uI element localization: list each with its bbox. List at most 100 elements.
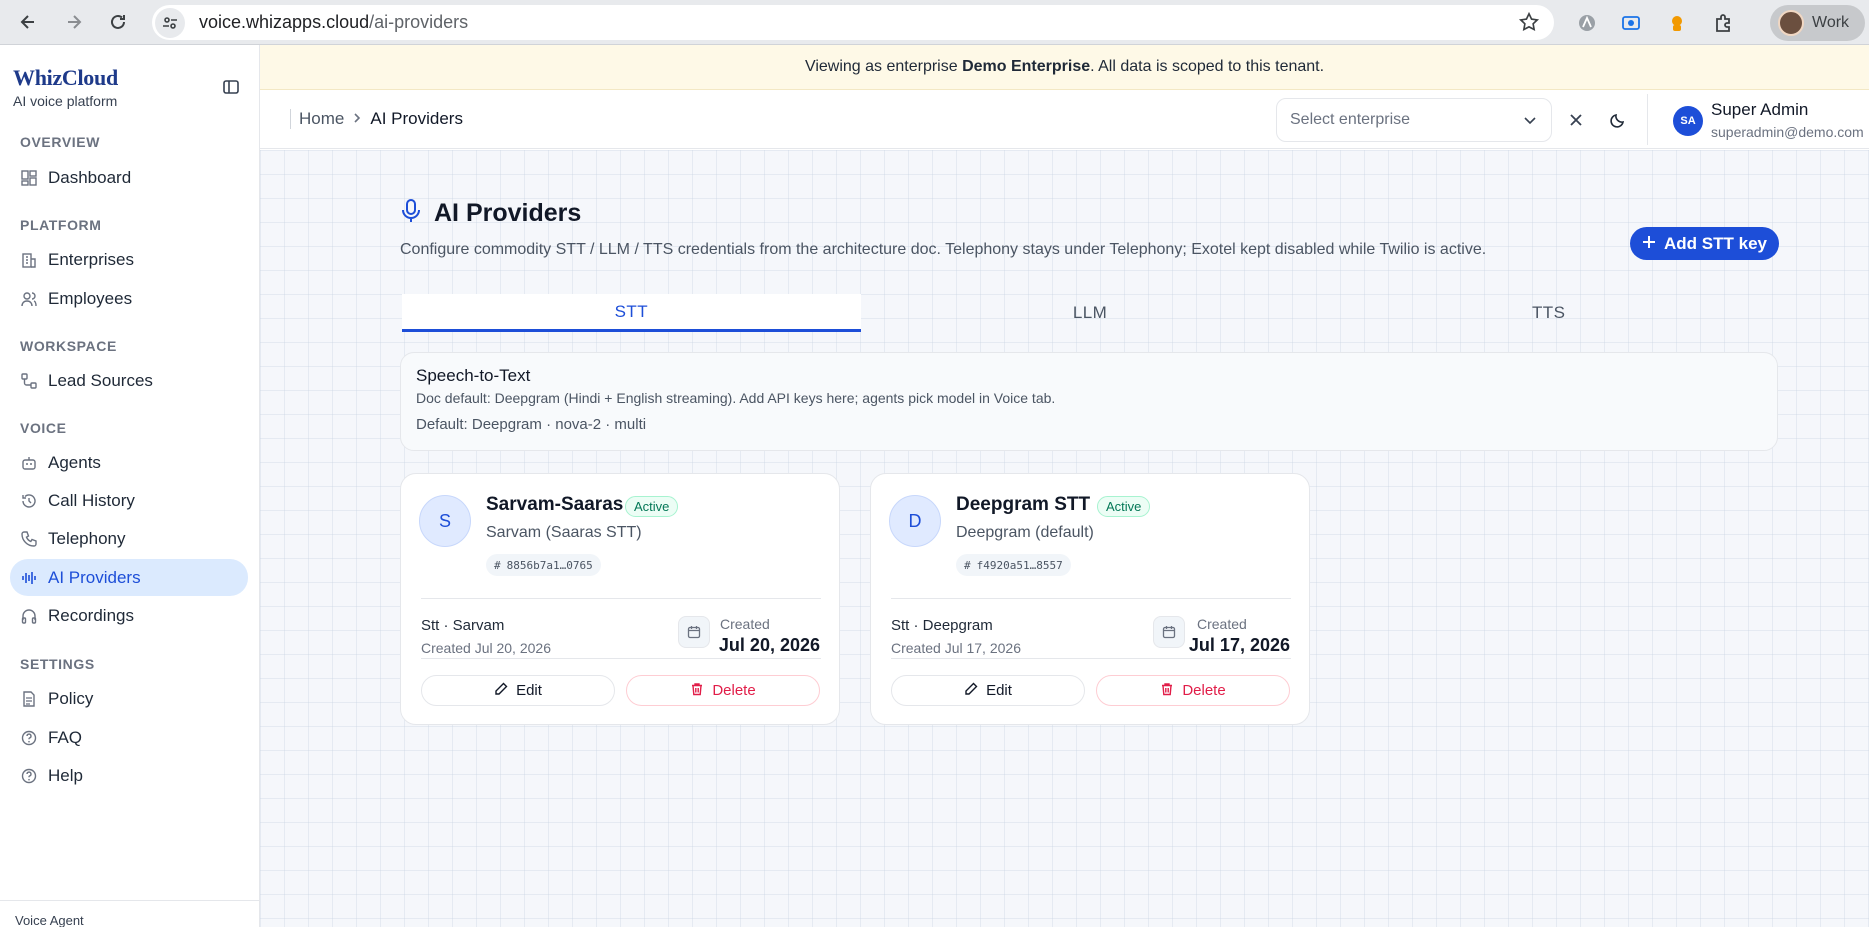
sidebar-item-telephony[interactable]: Telephony: [10, 520, 248, 557]
audio-lines-icon: [20, 569, 38, 587]
card-divider: [891, 598, 1291, 599]
add-button-label: Add STT key: [1664, 233, 1767, 253]
phone-icon: [20, 530, 38, 548]
sidebar-toggle-icon[interactable]: [222, 78, 242, 98]
brand-logo[interactable]: WhizCloud: [13, 65, 118, 91]
profile-avatar-icon: [1778, 10, 1804, 36]
brand: WhizCloud AI voice platform: [13, 65, 118, 109]
breadcrumb-home[interactable]: Home: [299, 109, 344, 129]
created-date: Jul 17, 2026: [1188, 635, 1290, 655]
edit-button[interactable]: Edit: [421, 675, 615, 706]
sidebar-item-call-history[interactable]: Call History: [10, 482, 248, 519]
workflow-icon: [20, 372, 38, 390]
sidebar-item-label: Policy: [48, 688, 94, 708]
pencil-icon: [494, 682, 508, 700]
tab-stt[interactable]: STT: [402, 294, 861, 332]
page-title: AI Providers: [400, 198, 581, 229]
extensions-puzzle-icon[interactable]: [1710, 10, 1736, 36]
info-default: Default: Deepgram · nova-2 · multi: [416, 416, 647, 433]
sidebar-item-label: FAQ: [48, 727, 83, 747]
reload-icon[interactable]: [100, 4, 136, 40]
sidebar-item-label: Lead Sources: [48, 370, 153, 390]
clear-enterprise-close-icon[interactable]: [1566, 110, 1586, 130]
bookmark-star-icon[interactable]: [1518, 11, 1540, 38]
dashboard-icon: [20, 169, 38, 187]
info-title: Speech-to-Text: [416, 366, 531, 385]
banner-prefix: Viewing as enterprise: [804, 58, 963, 75]
browser-toolbar: voice.whizapps.cloud/ai-providers Work: [0, 0, 1869, 45]
breadcrumb: Home AI Providers: [290, 109, 463, 129]
plus-icon: [1642, 234, 1656, 254]
provider-tabs: STT LLM TTS: [402, 294, 1778, 332]
sidebar-item-employees[interactable]: Employees: [10, 280, 248, 317]
user-name: Super Admin: [1711, 100, 1809, 119]
headphones-icon: [20, 607, 38, 625]
stt-info-panel: Speech-to-Text Doc default: Deepgram (Hi…: [400, 352, 1778, 451]
provider-card: S Sarvam-Saaras Active Sarvam (Saaras ST…: [400, 473, 840, 725]
forward-icon[interactable]: [56, 4, 92, 40]
delete-button[interactable]: Delete: [1096, 675, 1290, 706]
site-info-icon[interactable]: [155, 7, 185, 38]
tenant-banner: Viewing as enterprise Demo Enterprise. A…: [260, 45, 1869, 90]
key-id: f4920a51…8557: [976, 558, 1063, 572]
banner-enterprise: Demo Enterprise: [962, 58, 1091, 75]
profile-label: Work: [1812, 14, 1850, 31]
avatar[interactable]: SA: [1673, 106, 1703, 136]
extension-a-icon[interactable]: [1574, 10, 1600, 36]
document-icon: [20, 690, 38, 708]
sidebar-item-label: Help: [48, 765, 83, 785]
sidebar-item-agents[interactable]: Agents: [10, 444, 248, 481]
provider-kind: Stt · Sarvam: [421, 617, 505, 634]
delete-label: Delete: [712, 682, 756, 699]
sidebar-item-policy[interactable]: Policy: [10, 680, 248, 717]
edit-button[interactable]: Edit: [891, 675, 1085, 706]
provider-initial-avatar: D: [889, 495, 941, 547]
calendar-icon: [678, 616, 710, 648]
url-text: voice.whizapps.cloud/ai-providers: [199, 12, 469, 32]
extension-fox-icon[interactable]: [1664, 10, 1690, 36]
sidebar-item-help[interactable]: Help: [10, 757, 248, 794]
calendar-icon: [1153, 616, 1185, 648]
dark-mode-moon-icon[interactable]: [1608, 110, 1628, 130]
chevron-right-icon: [352, 111, 362, 127]
trash-icon: [1160, 682, 1174, 700]
section-settings: SETTINGS: [20, 656, 95, 672]
section-workspace: WORKSPACE: [20, 338, 117, 354]
profile-button[interactable]: Work: [1770, 5, 1865, 41]
sidebar-item-lead-sources[interactable]: Lead Sources: [10, 362, 248, 399]
provider-card: D Deepgram STT Active Deepgram (default)…: [870, 473, 1310, 725]
sidebar-item-enterprises[interactable]: Enterprises: [10, 241, 248, 278]
created-date: Jul 20, 2026: [718, 635, 820, 655]
address-bar[interactable]: voice.whizapps.cloud/ai-providers: [152, 5, 1554, 40]
created-note: Created Jul 20, 2026: [421, 640, 551, 656]
add-stt-key-button[interactable]: Add STT key: [1630, 227, 1779, 260]
sidebar-item-dashboard[interactable]: Dashboard: [10, 159, 248, 196]
sidebar-item-label: Agents: [48, 452, 101, 472]
enterprise-select-placeholder: Select enterprise: [1290, 111, 1411, 128]
help-circle-icon: [20, 767, 38, 785]
sidebar-item-faq[interactable]: FAQ: [10, 719, 248, 756]
key-id: 8856b7a1…0765: [506, 558, 593, 572]
sidebar-item-ai-providers[interactable]: AI Providers: [10, 559, 248, 596]
delete-button[interactable]: Delete: [626, 675, 820, 706]
tab-llm[interactable]: LLM: [861, 294, 1320, 332]
extension-screen-icon[interactable]: [1618, 10, 1644, 36]
status-badge: Active: [625, 496, 679, 517]
status-badge: Active: [1097, 496, 1151, 517]
key-id-chip: # 8856b7a1…0765: [486, 554, 601, 576]
user-email: superadmin@demo.com: [1711, 124, 1864, 140]
created-label: Created: [1197, 616, 1247, 632]
sidebar-item-recordings[interactable]: Recordings: [10, 597, 248, 634]
edit-label: Edit: [986, 682, 1012, 699]
sidebar-item-label: Recordings: [48, 605, 134, 625]
top-header: Home AI Providers Select enterprise SA S…: [260, 90, 1869, 149]
enterprise-select[interactable]: Select enterprise: [1276, 98, 1552, 142]
sidebar-item-label: Dashboard: [48, 167, 132, 187]
provider-name: Sarvam-Saaras: [486, 494, 624, 515]
provider-subtitle: Deepgram (default): [956, 524, 1094, 541]
provider-subtitle: Sarvam (Saaras STT): [486, 524, 642, 541]
sidebar-item-label: Telephony: [48, 528, 126, 548]
back-icon[interactable]: [10, 4, 46, 40]
provider-kind: Stt · Deepgram: [891, 617, 993, 634]
tab-tts[interactable]: TTS: [1319, 294, 1778, 332]
